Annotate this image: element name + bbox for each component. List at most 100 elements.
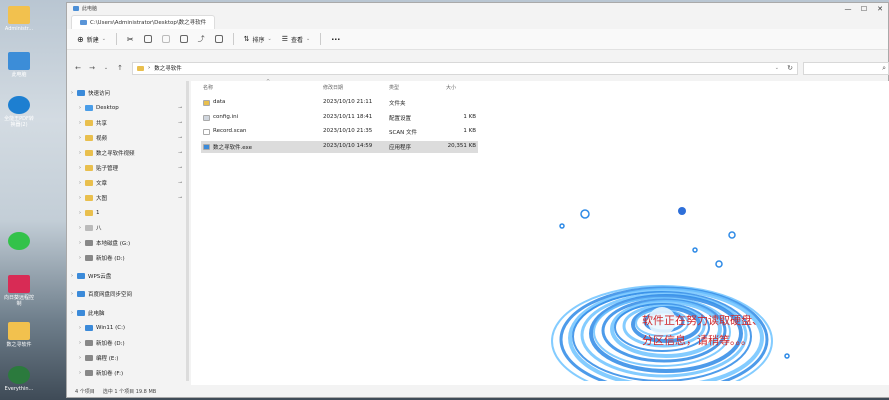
- forward-icon[interactable]: →: [85, 64, 99, 72]
- command-bar: ⊕ 新建 ⌄ ✂ ⤴ ⇅ 排序 ⌄ ☰ 查看 ⌄ ···: [67, 29, 888, 50]
- desktop-icon-wechat[interactable]: [2, 232, 36, 252]
- file-row[interactable]: data 2023/10/10 21:11 文件夹: [201, 97, 478, 109]
- folder-icon: [85, 150, 93, 156]
- sidebar-item-label: 文章: [96, 181, 108, 187]
- chevron-down-icon[interactable]: ⌄: [775, 65, 779, 71]
- sidebar-item[interactable]: › WPS云盘: [67, 270, 111, 282]
- chevron-right-icon[interactable]: ›: [75, 150, 85, 156]
- close-button[interactable]: ✕: [872, 3, 888, 14]
- chevron-right-icon[interactable]: ›: [67, 90, 77, 96]
- new-button[interactable]: ⊕ 新建 ⌄: [77, 35, 106, 44]
- chevron-right-icon[interactable]: ›: [75, 325, 85, 331]
- breadcrumb-separator: ›: [148, 65, 151, 71]
- sidebar-item[interactable]: › 快速访问: [67, 87, 110, 99]
- address-input[interactable]: › 数之寻软件 ⌄ ↻: [132, 61, 798, 75]
- chevron-right-icon[interactable]: ›: [67, 291, 77, 297]
- pin-icon: ⊸: [178, 150, 183, 156]
- desktop-icon-this-pc[interactable]: 此电脑: [2, 52, 36, 78]
- sort-ascending-icon: ^: [266, 79, 271, 85]
- file-size: 1 KB: [463, 128, 476, 134]
- refresh-icon[interactable]: ↻: [787, 64, 793, 72]
- folder-icon: [85, 325, 93, 331]
- chevron-right-icon[interactable]: ›: [75, 225, 85, 231]
- minimize-button[interactable]: —: [840, 3, 856, 14]
- loading-animation: [551, 207, 790, 381]
- chevron-right-icon[interactable]: ›: [75, 255, 85, 261]
- sidebar-item[interactable]: › 数之寻软件视频 ⊸: [75, 147, 182, 159]
- sidebar-item[interactable]: › 新加卷 (D:): [75, 337, 125, 349]
- desktop-icon-pdf[interactable]: 全能王PDF转换器(2): [2, 96, 36, 128]
- desktop-icon-everything[interactable]: Everythin...: [2, 366, 36, 392]
- maximize-button[interactable]: ☐: [856, 3, 872, 14]
- cut-icon[interactable]: ✂: [127, 35, 134, 44]
- search-input[interactable]: ⌕: [803, 61, 889, 75]
- recent-chevron-icon[interactable]: ⌄: [99, 65, 113, 71]
- chevron-right-icon[interactable]: ›: [67, 310, 77, 316]
- sidebar-item-label: Desktop: [96, 105, 119, 111]
- share-icon[interactable]: ⤴: [198, 34, 205, 44]
- chevron-right-icon[interactable]: ›: [75, 210, 85, 216]
- sidebar-scrollbar[interactable]: [186, 81, 189, 381]
- up-icon[interactable]: ↑: [113, 64, 127, 72]
- copy-icon[interactable]: [143, 35, 152, 43]
- view-button[interactable]: ☰ 查看 ⌄: [282, 35, 311, 44]
- sidebar-item[interactable]: › 文章 ⊸: [75, 177, 182, 189]
- floating-dot: [784, 353, 790, 359]
- folder-icon: [85, 135, 93, 141]
- sidebar-item[interactable]: › 1: [75, 207, 100, 219]
- sidebar-item-label: 新加卷 (D:): [96, 341, 125, 347]
- file-row[interactable]: 数之寻软件.exe 2023/10/10 14:59 应用程序 20,351 KB: [201, 140, 478, 153]
- chevron-right-icon[interactable]: ›: [75, 195, 85, 201]
- file-list: 名称 ^ 修改日期 类型 大小 data 2023/10/10 21:11 文件夹 c…: [191, 79, 889, 385]
- pin-icon: ⊸: [178, 195, 183, 201]
- sidebar-item[interactable]: › 共享 ⊸: [75, 117, 182, 129]
- chevron-right-icon[interactable]: ›: [75, 180, 85, 186]
- sidebar-item[interactable]: › 此电脑: [67, 307, 105, 319]
- chevron-right-icon[interactable]: ›: [75, 370, 85, 376]
- folder-icon: [85, 255, 93, 261]
- tab-current-folder[interactable]: C:\Users\Administrator\Desktop\数之寻软件: [71, 14, 216, 29]
- chevron-right-icon[interactable]: ›: [75, 340, 85, 346]
- delete-icon[interactable]: [214, 35, 223, 43]
- sidebar-item[interactable]: › 视频 ⊸: [75, 132, 182, 144]
- chevron-right-icon[interactable]: ›: [75, 120, 85, 126]
- chevron-right-icon[interactable]: ›: [75, 355, 85, 361]
- sidebar-item[interactable]: › 八: [75, 222, 102, 234]
- sort-button[interactable]: ⇅ 排序 ⌄: [244, 35, 272, 44]
- desktop-icon-shuzhixun[interactable]: 数之寻软件: [2, 322, 36, 348]
- chevron-right-icon[interactable]: ›: [75, 240, 85, 246]
- sidebar-item[interactable]: › 新加卷 (F:): [75, 367, 123, 379]
- file-row[interactable]: Record.scan 2023/10/10 21:35 SCAN 文件 1 KB: [201, 126, 478, 138]
- sidebar-item[interactable]: › 大图 ⊸: [75, 192, 182, 204]
- desktop-icon-sunlogin[interactable]: 向日葵远程控制: [2, 275, 36, 307]
- sidebar-item[interactable]: › 编程 (E:): [75, 352, 118, 364]
- sidebar-item[interactable]: › Desktop ⊸: [75, 102, 182, 114]
- rename-icon[interactable]: [179, 35, 188, 43]
- column-name[interactable]: 名称: [203, 84, 213, 91]
- sidebar-item[interactable]: › 本地磁盘 (G:): [75, 237, 130, 249]
- file-date: 2023/10/11 18:41: [323, 113, 373, 120]
- sidebar-item[interactable]: › 新加卷 (D:): [75, 252, 125, 264]
- sidebar-item[interactable]: › Win11 (C:): [75, 322, 125, 334]
- folder-icon: [77, 291, 85, 297]
- file-icon: [203, 114, 210, 121]
- file-date: 2023/10/10 14:59: [323, 142, 373, 149]
- chevron-right-icon[interactable]: ›: [75, 105, 85, 111]
- sidebar-item[interactable]: › 百度网盘同步空间: [67, 288, 132, 300]
- chevron-right-icon[interactable]: ›: [67, 273, 77, 279]
- file-row[interactable]: config.ini 2023/10/11 18:41 配置设置 1 KB: [201, 112, 478, 124]
- sidebar-item[interactable]: › 贴子管理 ⊸: [75, 162, 182, 174]
- chevron-right-icon[interactable]: ›: [75, 135, 85, 141]
- column-date[interactable]: 修改日期: [323, 84, 343, 91]
- column-type[interactable]: 类型: [389, 84, 399, 91]
- more-options-button[interactable]: ···: [331, 35, 340, 44]
- sidebar-item-label: 本地磁盘 (G:): [96, 241, 131, 247]
- desktop-icon-admin[interactable]: Administr...: [2, 6, 36, 32]
- breadcrumb-current[interactable]: 数之寻软件: [154, 64, 182, 72]
- chevron-right-icon[interactable]: ›: [75, 165, 85, 171]
- folder-icon: [77, 310, 85, 316]
- column-size[interactable]: 大小: [446, 84, 456, 91]
- back-icon[interactable]: ←: [71, 64, 85, 72]
- paste-icon[interactable]: [161, 35, 170, 43]
- file-icon: [203, 143, 210, 150]
